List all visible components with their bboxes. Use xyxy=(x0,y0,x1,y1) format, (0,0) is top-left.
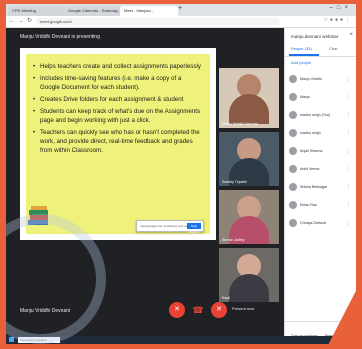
window-controls[interactable]: –□× xyxy=(330,5,352,11)
more-options-icon[interactable]: ⋮ xyxy=(346,148,351,154)
address-bar: ←→↻ meet.google.com/ ☆●●●⋮ xyxy=(6,16,356,28)
orange-corner-decoration xyxy=(326,279,362,349)
new-tab-button[interactable]: + xyxy=(178,5,182,12)
slide-bullet: Students can keep track of what's due on… xyxy=(33,107,202,125)
active-tab-indicator xyxy=(289,54,319,56)
avatar xyxy=(289,93,297,101)
participant-row-name: Anjali Sharma xyxy=(300,149,323,153)
participant-row-name: Manju Vriddhi xyxy=(300,77,322,81)
slide-bullet: Includes time-saving features (i.e. make… xyxy=(33,74,202,92)
present-now-button[interactable]: Present now xyxy=(232,306,254,311)
browser-tab[interactable]: CPD Meeting xyxy=(8,6,66,16)
more-options-icon[interactable]: ⋮ xyxy=(346,76,351,82)
participant-name: Manju Vriddhi Devnani xyxy=(222,122,259,126)
participant-tile[interactable]: Simran Jaitley xyxy=(219,190,279,244)
avatar xyxy=(289,147,297,155)
participant-row-name: madhu singh xyxy=(300,131,321,135)
screen-share-popup: meet.google.com is sharing your screen. … xyxy=(136,220,204,234)
avatar xyxy=(289,183,297,191)
participant-row-name: Kirtan Rao xyxy=(300,203,317,207)
more-options-icon[interactable]: ⋮ xyxy=(346,112,351,118)
add-people-button[interactable]: Add people xyxy=(291,60,311,65)
more-options-icon[interactable]: ⋮ xyxy=(346,184,351,190)
presenting-label: Manju Vriddhi Devnani is presenting xyxy=(20,34,100,40)
participant-body xyxy=(229,94,269,124)
slide-bullet-list: Helps teachers create and collect assign… xyxy=(26,54,210,155)
more-options-icon[interactable]: ⋮ xyxy=(346,130,351,136)
camera-off-icon[interactable]: ✕ xyxy=(211,302,227,318)
participant-tile[interactable]: Sweety Tripathi xyxy=(219,132,279,186)
avatar xyxy=(289,129,297,137)
participant-row-name: Manju xyxy=(300,95,310,99)
avatar xyxy=(289,165,297,173)
stop-sharing-button[interactable]: Stop sharing xyxy=(187,223,201,234)
more-options-icon[interactable]: ⋮ xyxy=(346,220,351,226)
participant-row[interactable]: Ankit Verma ⋮ xyxy=(289,164,355,176)
participant-tile[interactable]: Manju Vriddhi Devnani xyxy=(219,68,279,128)
participant-row-name: Ankit Verma xyxy=(300,167,320,171)
participant-row-name: Shikha Bhitnagar xyxy=(300,185,328,189)
url-input[interactable]: meet.google.com/ xyxy=(36,18,280,25)
nav-buttons[interactable]: ←→↻ xyxy=(9,17,35,24)
sidebar-title: manju.devnani webinar xyxy=(291,34,339,39)
slide-bullet: Creates Drive folders for each assignmen… xyxy=(33,95,202,104)
participant-row[interactable]: madhu singh ⋮ xyxy=(289,128,355,140)
participant-name: Sweety Tripathi xyxy=(222,180,247,184)
browser-tab[interactable]: Google Calendar - Saturday, 18 xyxy=(64,6,122,16)
tab-people[interactable]: People (33) xyxy=(291,46,312,51)
participant-row[interactable]: madhu singh (You) ⋮ xyxy=(289,110,355,122)
participant-row[interactable]: Anjali Sharma ⋮ xyxy=(289,146,355,158)
participant-row-name: madhu singh (You) xyxy=(300,113,331,117)
browser-tabbar: CPD Meeting Google Calendar - Saturday, … xyxy=(6,4,356,16)
more-options-icon[interactable]: ⋮ xyxy=(346,166,351,172)
participant-row[interactable]: Chhaya Dwivedi ⋮ xyxy=(289,218,355,230)
more-options-icon[interactable]: ⋮ xyxy=(346,202,351,208)
participant-name: Simran Jaitley xyxy=(222,238,245,242)
participant-row[interactable]: Manju Vriddhi ⋮ xyxy=(289,74,355,86)
participant-row[interactable]: Kirtan Rao ⋮ xyxy=(289,200,355,212)
tab-chat[interactable]: Chat xyxy=(329,46,337,51)
sidebar-tabs: People (33) Chat xyxy=(285,44,356,57)
slide-content: Helps teachers create and collect assign… xyxy=(26,54,210,234)
end-call-icon[interactable]: ☎ xyxy=(190,302,206,318)
slide-bullet: Teachers can quickly see who has or hasn… xyxy=(33,128,202,155)
close-icon[interactable]: × xyxy=(349,32,353,38)
presentation-slide: Helps teachers create and collect assign… xyxy=(20,48,216,240)
mic-off-icon[interactable]: ✕ xyxy=(169,302,185,318)
avatar xyxy=(289,75,297,83)
browser-tab-active[interactable]: Meet - Manjula... xyxy=(120,6,178,16)
avatar xyxy=(289,201,297,209)
slide-bullet: Helps teachers create and collect assign… xyxy=(33,62,202,71)
participant-row[interactable]: Manju ⋮ xyxy=(289,92,355,104)
avatar xyxy=(289,111,297,119)
screenshot-frame: CPD Meeting Google Calendar - Saturday, … xyxy=(6,4,356,344)
participant-row-name: Chhaya Dwivedi xyxy=(300,221,326,225)
extensions-icons[interactable]: ☆●●●⋮ xyxy=(323,17,352,23)
more-options-icon[interactable]: ⋮ xyxy=(346,94,351,100)
participant-row[interactable]: Shikha Bhitnagar ⋮ xyxy=(289,182,355,194)
popup-text: meet.google.com is sharing your screen. xyxy=(140,224,195,228)
avatar xyxy=(289,219,297,227)
